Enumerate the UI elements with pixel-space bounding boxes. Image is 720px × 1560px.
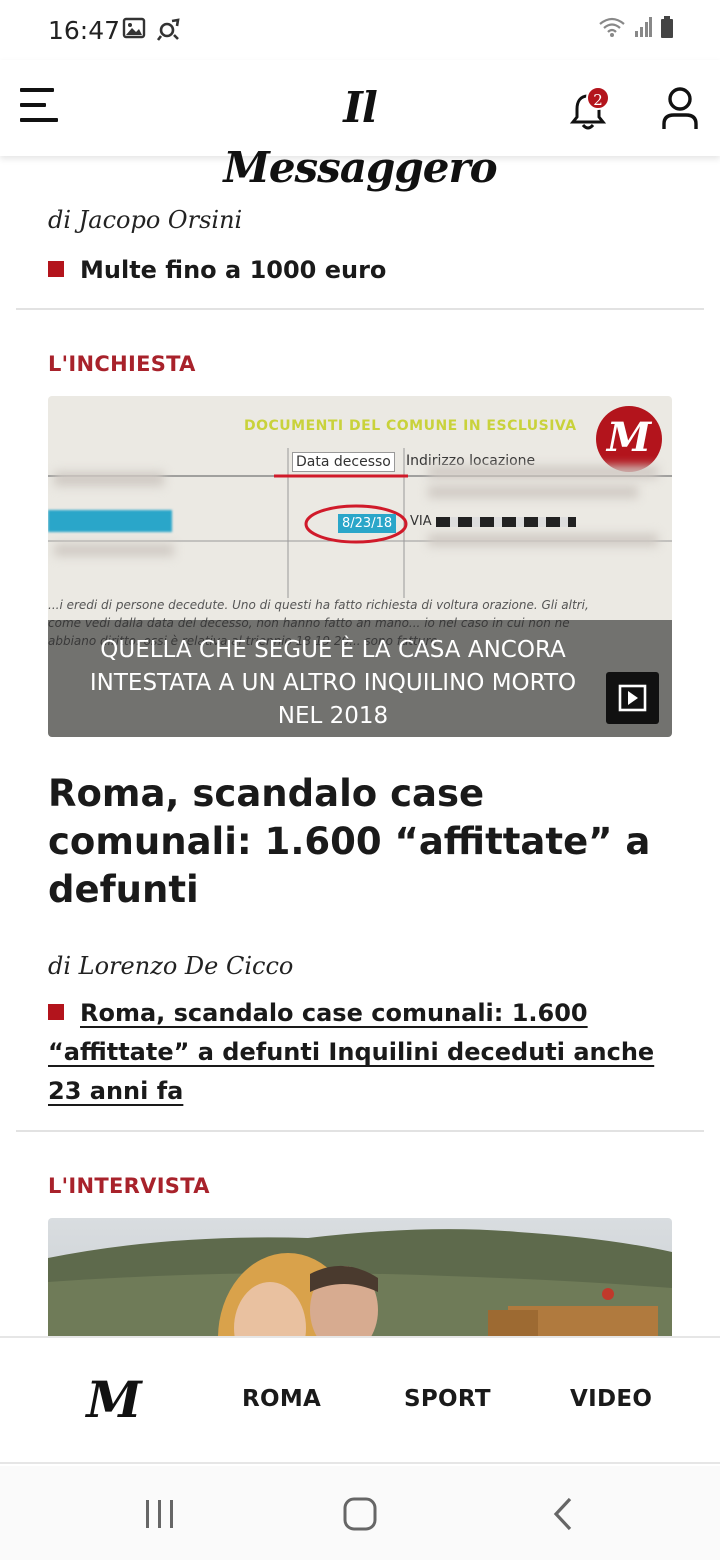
play-video-button[interactable] [606,672,659,724]
article-kicker: L'INCHIESTA [48,352,196,376]
messaggero-badge: M [596,406,662,472]
bottom-navigation: M ROMA SPORT VIDEO [0,1336,720,1464]
wifi-icon [599,17,625,37]
account-button[interactable] [660,86,700,132]
notification-app-icon [156,18,180,41]
document-address-text: VIA [410,514,432,529]
redacted-text [428,486,638,498]
related-link[interactable]: Roma, scandalo case comunali: 1.600 “aff… [48,994,672,1111]
menu-line [20,103,46,107]
app-header: Il Messaggero 2 [0,60,720,192]
status-bar: 16:47 [0,0,720,60]
play-icon [618,684,647,712]
divider [16,1130,704,1132]
bullet-square [48,261,64,277]
interview-photo [48,1218,672,1336]
document-header: DOCUMENTI DEL COMUNE IN ESCLUSIVA [244,418,577,434]
related-link-text: Multe fino a 1000 euro [80,256,387,284]
home-logo-tab[interactable]: M [86,1370,142,1430]
redacted-text [428,466,658,478]
image-icon [122,17,146,39]
system-navigation-bar [0,1466,720,1560]
redacted-bar [48,510,172,532]
battery-icon [661,16,673,38]
notifications-button[interactable]: 2 [568,86,612,134]
status-time: 16:47 [48,16,121,45]
redacted-text [428,534,658,546]
article-kicker: L'INTERVISTA [48,1174,210,1198]
home-icon[interactable] [342,1496,378,1532]
redacted-blocks [435,516,576,527]
status-left-icons [122,16,182,42]
bullet-square [48,1004,64,1020]
status-right-icons [598,16,674,38]
article-headline[interactable]: Roma, scandalo case comunali: 1.600 “aff… [48,770,672,914]
article-video-thumbnail[interactable]: DOCUMENTI DEL COMUNE IN ESCLUSIVA M Data… [48,396,672,737]
related-link[interactable]: Multe fino a 1000 euro [48,251,672,290]
article-feed[interactable]: di Jacopo Orsini Multe fino a 1000 euro … [0,156,720,1336]
article-byline: di Lorenzo De Cicco [48,952,294,980]
back-icon[interactable] [550,1496,576,1532]
video-caption: QUELLA CHE SEGUE È LA CASA ANCORA INTEST… [89,637,577,729]
menu-line [20,118,58,122]
signal-icon [635,17,652,37]
notification-badge: 2 [586,86,610,110]
brand-logo[interactable]: Il Messaggero [212,78,508,192]
document-date: 8/23/18 [338,514,397,533]
recent-apps-icon[interactable] [144,1498,176,1530]
user-icon [662,87,698,129]
redacted-text [54,544,174,556]
related-link-text: Roma, scandalo case comunali: 1.600 “aff… [48,999,655,1105]
divider [16,308,704,310]
tab-sport[interactable]: SPORT [404,1386,491,1412]
article-image[interactable] [48,1218,672,1336]
article-byline: di Jacopo Orsini [48,206,243,234]
menu-line [20,88,54,92]
tab-roma[interactable]: ROMA [242,1386,321,1412]
document-column-label: Data decesso [292,452,395,472]
redacted-text [54,472,164,486]
document-address: VIA [410,514,576,529]
tab-video[interactable]: VIDEO [570,1386,652,1412]
menu-button[interactable] [20,88,60,128]
